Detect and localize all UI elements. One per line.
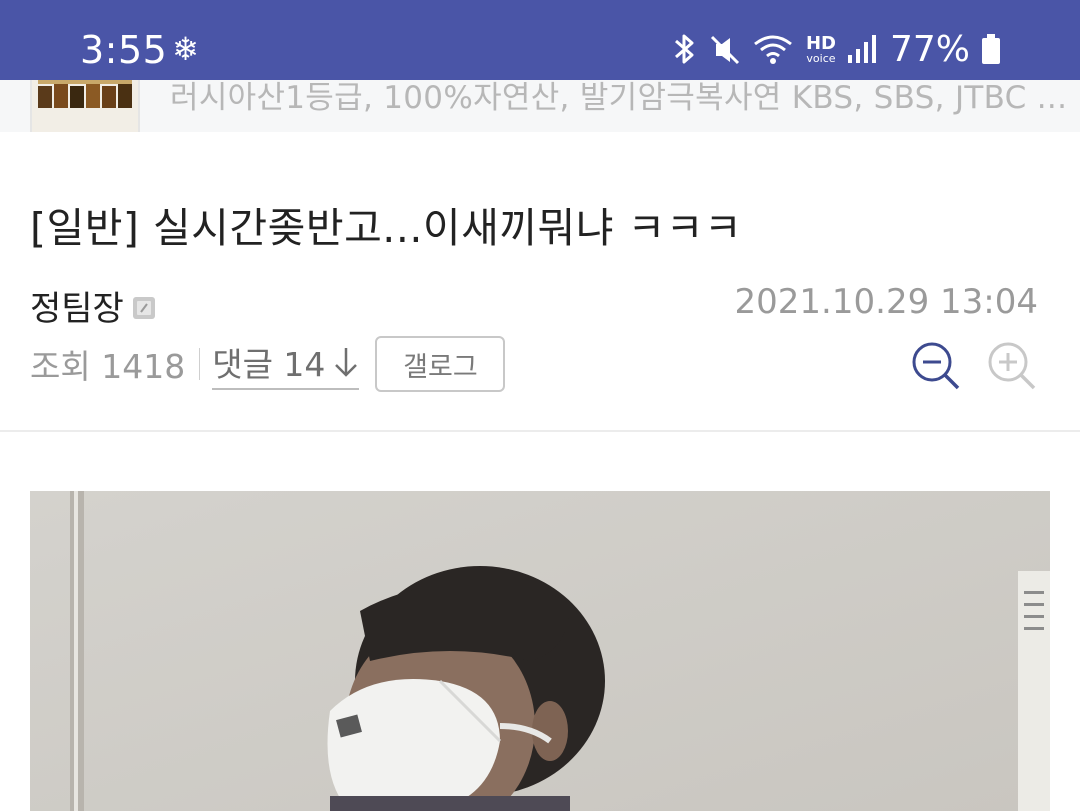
bluetooth-icon (674, 34, 694, 64)
fixed-nick-icon (132, 296, 155, 319)
header-divider (0, 430, 1080, 432)
post-image[interactable] (30, 491, 1050, 811)
arrow-down-icon[interactable] (333, 345, 359, 379)
status-bar: 3:55 ❄ HD voice 77% (0, 0, 1080, 80)
battery-icon (982, 34, 1000, 64)
post-title: [일반] 실시간좆반고...이새끼뭐냐 ㅋㅋㅋ (30, 204, 743, 252)
comment-count[interactable]: 댓글 14 (212, 338, 325, 386)
voice-label: voice (806, 51, 836, 65)
post-date: 2021.10.29 13:04 (734, 282, 1038, 322)
gallog-button[interactable]: 갤로그 (375, 336, 506, 392)
signal-icon (847, 35, 876, 63)
status-icons: HD voice 77% (672, 24, 1002, 74)
snowflake-icon: ❄ (172, 30, 199, 68)
comment-link[interactable]: 댓글 14 (212, 338, 360, 390)
author-name[interactable]: 정팀장 (30, 281, 124, 330)
mute-icon (710, 35, 740, 65)
view-count: 조회 1418 (30, 347, 186, 386)
status-time: 3:55 (80, 28, 168, 72)
author-row: 정팀장 (30, 281, 156, 330)
meta-divider (199, 348, 201, 380)
hd-label: HD (805, 32, 836, 54)
battery-percent: 77% (889, 28, 970, 70)
zoom-out-icon[interactable] (910, 340, 962, 392)
post-meta: 조회 1418 댓글 14 갤로그 (30, 334, 506, 394)
ad-banner[interactable]: 러시아산1등급, 100%자연산, 발기암극복사연 KBS, SBS, JTBC… (0, 80, 1080, 132)
wifi-icon (754, 35, 792, 64)
hd-voice-indicator: HD voice (805, 32, 836, 65)
zoom-in-icon[interactable] (986, 340, 1038, 392)
ad-thumbnail[interactable] (30, 80, 140, 132)
ad-text[interactable]: 러시아산1등급, 100%자연산, 발기암극복사연 KBS, SBS, JTBC… (170, 80, 1067, 117)
